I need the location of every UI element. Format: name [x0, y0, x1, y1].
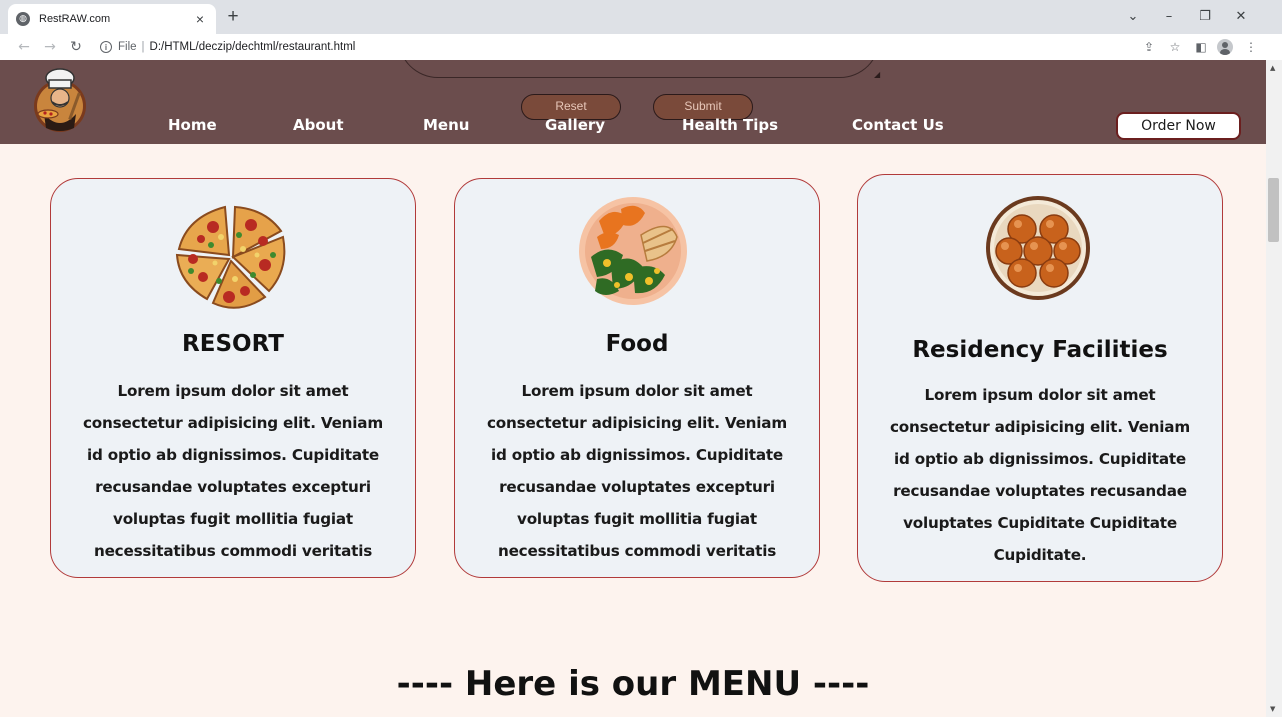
card-title: Food: [605, 331, 669, 357]
scroll-down-arrow-icon[interactable]: ▼: [1270, 705, 1275, 713]
nav-health-tips[interactable]: Health Tips: [682, 116, 778, 134]
forward-arrow-icon[interactable]: →: [40, 37, 60, 57]
card-description: Lorem ipsum dolor sit amet consectetur a…: [890, 386, 1190, 564]
globe-icon: ◍: [16, 12, 30, 26]
new-tab-button[interactable]: +: [222, 6, 244, 28]
order-now-button[interactable]: Order Now: [1116, 112, 1241, 140]
gulab-jamun-bowl-image: [986, 196, 1090, 300]
salad-plate-image: [579, 197, 687, 305]
side-panel-icon[interactable]: ◧: [1192, 38, 1210, 56]
scroll-thumb[interactable]: [1268, 178, 1279, 242]
card-food: Food Lorem ipsum dolor sit amet consecte…: [454, 178, 820, 578]
restore-icon[interactable]: ❐: [1190, 6, 1220, 26]
minimize-icon[interactable]: –: [1154, 6, 1184, 26]
page-scrollbar[interactable]: ▲ ▼: [1266, 60, 1282, 717]
nav-home[interactable]: Home: [168, 116, 217, 134]
kebab-menu-icon[interactable]: ⋮: [1242, 38, 1260, 56]
chevron-down-icon[interactable]: ⌄: [1118, 6, 1148, 26]
card-resort: RESORT Lorem ipsum dolor sit amet consec…: [50, 178, 416, 578]
info-icon[interactable]: i: [100, 41, 112, 53]
tab-title: RestRAW.com: [39, 13, 111, 25]
url-scheme: File: [118, 41, 137, 53]
url-divider: |: [141, 41, 145, 53]
card-residency-facilities: Residency Facilities Lorem ipsum dolor s…: [857, 174, 1223, 582]
card-title: Residency Facilities: [912, 337, 1168, 363]
url-text[interactable]: D:/HTML/deczip/dechtml/restaurant.html: [150, 41, 356, 53]
chef-logo-icon[interactable]: [30, 68, 90, 134]
nav-menu[interactable]: Menu: [423, 116, 469, 134]
scroll-up-arrow-icon[interactable]: ▲: [1270, 64, 1275, 72]
nav-contact-us[interactable]: Contact Us: [852, 116, 944, 134]
pizza-image: [175, 205, 286, 309]
share-icon[interactable]: ⇪: [1140, 38, 1158, 56]
card-description: Lorem ipsum dolor sit amet consectetur a…: [487, 382, 787, 560]
bookmark-star-icon[interactable]: ☆: [1166, 38, 1184, 56]
browser-toolbar: ← → ↻ i File | D:/HTML/deczip/dechtml/re…: [0, 34, 1282, 60]
reload-icon[interactable]: ↻: [66, 37, 86, 57]
address-bar[interactable]: i File | D:/HTML/deczip/dechtml/restaura…: [100, 36, 1110, 58]
card-title: RESORT: [182, 331, 284, 357]
browser-tab[interactable]: ◍ RestRAW.com ×: [8, 4, 216, 34]
nav-about[interactable]: About: [293, 116, 344, 134]
resize-grip-icon[interactable]: ◢: [874, 70, 880, 79]
site-header: ◢ Reset Submit Home About Menu Gallery H…: [0, 60, 1266, 144]
message-textarea[interactable]: [398, 60, 880, 78]
nav-gallery[interactable]: Gallery: [545, 116, 605, 134]
card-description: Lorem ipsum dolor sit amet consectetur a…: [83, 382, 383, 560]
menu-heading: ---- Here is our MENU ----: [396, 664, 870, 704]
tab-close-button[interactable]: ×: [192, 11, 208, 27]
browser-tabstrip: ◍ RestRAW.com × + ⌄ – ❐ ✕: [0, 0, 1282, 34]
page-viewport: ◢ Reset Submit Home About Menu Gallery H…: [0, 60, 1266, 717]
close-icon[interactable]: ✕: [1226, 6, 1256, 26]
back-arrow-icon[interactable]: ←: [14, 37, 34, 57]
profile-avatar-icon[interactable]: [1216, 38, 1234, 56]
